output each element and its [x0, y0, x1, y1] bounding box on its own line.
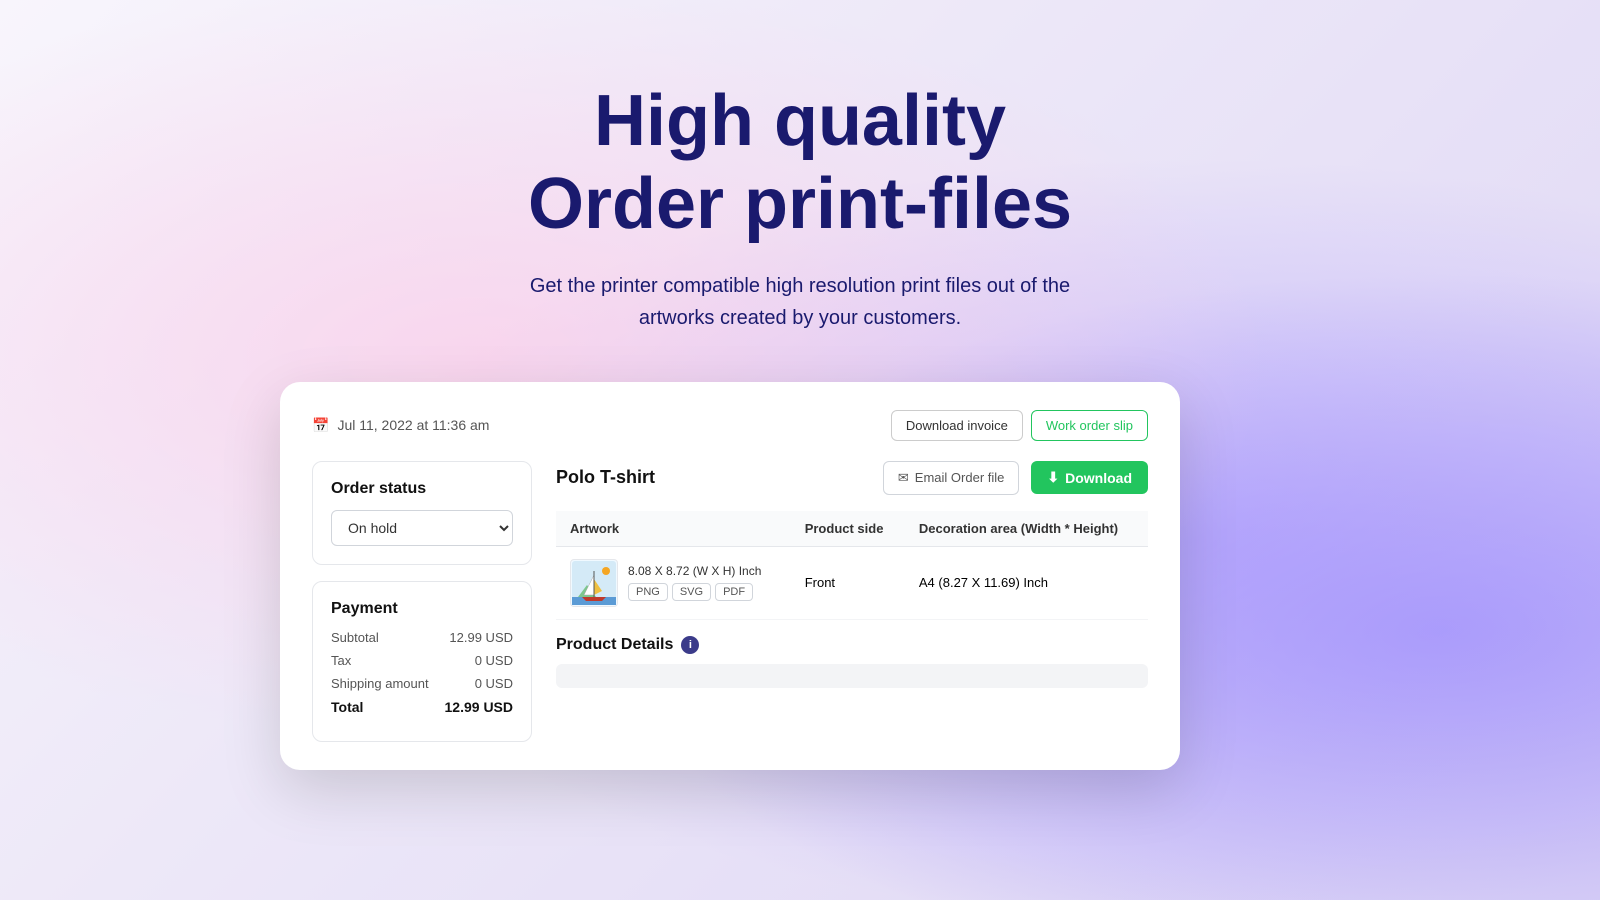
card-header: 📅 Jul 11, 2022 at 11:36 am Download invo…	[312, 410, 1148, 441]
decoration-area-cell: A4 (8.27 X 11.69) Inch	[905, 546, 1148, 619]
format-pdf: PDF	[715, 583, 753, 601]
ui-card: 📅 Jul 11, 2022 at 11:36 am Download invo…	[280, 382, 1180, 770]
order-date: 📅 Jul 11, 2022 at 11:36 am	[312, 417, 489, 434]
order-status-select[interactable]: On hold	[331, 510, 513, 546]
hero-section: High quality Order print-files Get the p…	[0, 0, 1600, 334]
work-order-slip-button[interactable]: Work order slip	[1031, 410, 1148, 441]
payment-tax-row: Tax 0 USD	[331, 653, 513, 668]
left-panel: Order status On hold Payment Subtotal 12…	[312, 461, 532, 742]
hero-subtitle: Get the printer compatible high resoluti…	[470, 270, 1130, 334]
product-header: Polo T-shirt ✉ Email Order file ⬇ Downlo…	[556, 461, 1148, 495]
payment-box: Payment Subtotal 12.99 USD Tax 0 USD Shi…	[312, 581, 532, 742]
table-row: 8.08 X 8.72 (W X H) Inch PNG SVG PDF	[556, 546, 1148, 619]
hero-title: High quality Order print-files	[0, 80, 1600, 246]
col-decoration-area: Decoration area (Width * Height)	[905, 511, 1148, 547]
format-tags: PNG SVG PDF	[628, 583, 761, 601]
payment-subtotal-row: Subtotal 12.99 USD	[331, 630, 513, 645]
order-status-box: Order status On hold	[312, 461, 532, 565]
payment-title: Payment	[331, 600, 513, 618]
table-header-row: Artwork Product side Decoration area (Wi…	[556, 511, 1148, 547]
payment-shipping-row: Shipping amount 0 USD	[331, 676, 513, 691]
download-icon: ⬇	[1047, 469, 1059, 486]
format-png: PNG	[628, 583, 668, 601]
col-artwork: Artwork	[556, 511, 791, 547]
email-order-file-button[interactable]: ✉ Email Order file	[883, 461, 1019, 495]
product-details-header: Product Details i	[556, 636, 1148, 654]
calendar-icon: 📅	[312, 417, 329, 434]
download-invoice-button[interactable]: Download invoice	[891, 410, 1023, 441]
col-product-side: Product side	[791, 511, 905, 547]
email-icon: ✉	[898, 470, 909, 486]
table-head: Artwork Product side Decoration area (Wi…	[556, 511, 1148, 547]
product-details-title: Product Details	[556, 636, 673, 654]
artwork-thumbnail	[570, 559, 618, 607]
table-body: 8.08 X 8.72 (W X H) Inch PNG SVG PDF	[556, 546, 1148, 619]
artwork-dimensions: 8.08 X 8.72 (W X H) Inch	[628, 564, 761, 578]
card-body: Order status On hold Payment Subtotal 12…	[312, 461, 1148, 742]
product-details-placeholder	[556, 664, 1148, 688]
info-icon: i	[681, 636, 699, 654]
header-buttons: Download invoice Work order slip	[891, 410, 1148, 441]
download-button[interactable]: ⬇ Download	[1031, 461, 1148, 494]
artwork-cell: 8.08 X 8.72 (W X H) Inch PNG SVG PDF	[556, 546, 791, 619]
right-panel: Polo T-shirt ✉ Email Order file ⬇ Downlo…	[556, 461, 1148, 742]
product-name: Polo T-shirt	[556, 467, 871, 488]
ui-card-wrapper: 📅 Jul 11, 2022 at 11:36 am Download invo…	[280, 382, 1180, 770]
boat-illustration	[572, 561, 616, 605]
order-status-title: Order status	[331, 480, 513, 498]
product-side-cell: Front	[791, 546, 905, 619]
product-table: Artwork Product side Decoration area (Wi…	[556, 511, 1148, 620]
format-svg: SVG	[672, 583, 711, 601]
payment-total-row: Total 12.99 USD	[331, 699, 513, 715]
